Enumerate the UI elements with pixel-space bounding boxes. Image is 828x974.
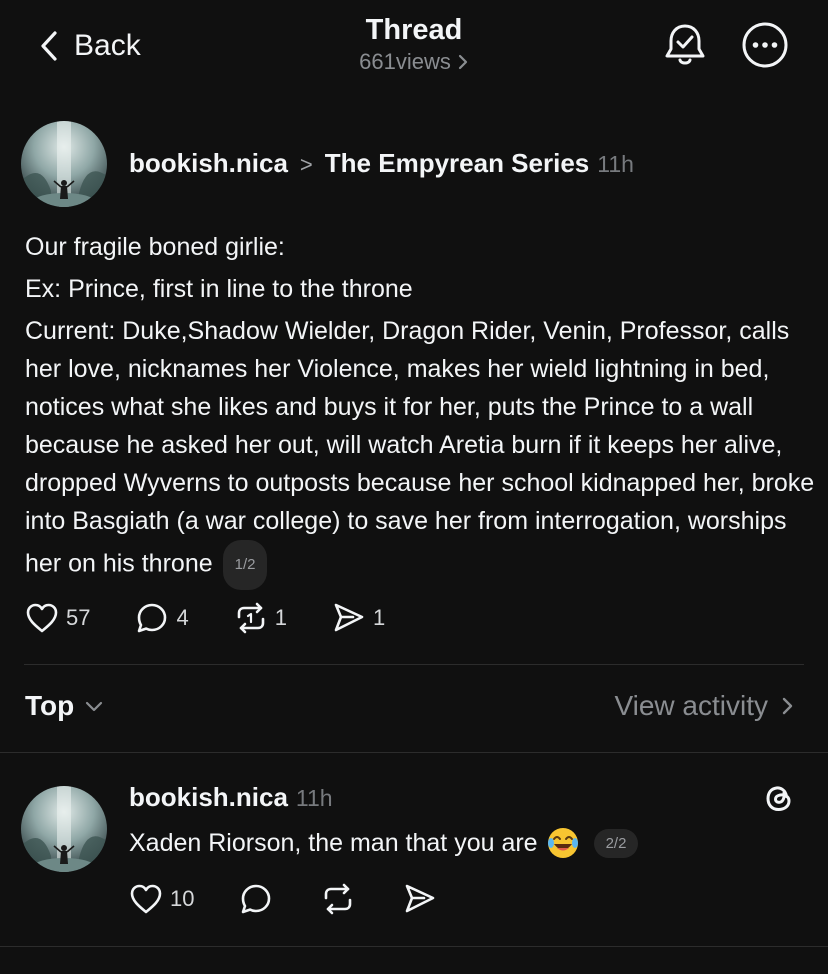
share-button[interactable]: 1	[331, 600, 385, 636]
repost-icon	[237, 602, 265, 634]
post-line-text: Current: Duke,Shadow Wielder, Dragon Rid…	[25, 317, 815, 578]
like-button[interactable]: 57	[24, 600, 90, 636]
reply-username[interactable]: bookish.nica	[129, 782, 288, 813]
reply-author-row: bookish.nica 11h	[129, 782, 333, 813]
thread-pager-badge: 1/2	[222, 540, 268, 590]
threads-logo-icon[interactable]	[762, 780, 796, 816]
post-author-row: bookish.nica > The Empyrean Series 11h	[129, 148, 634, 179]
like-count: 57	[66, 605, 91, 630]
share-count: 1	[372, 605, 386, 630]
post-body: Our fragile boned girlie: Ex: Prince, fi…	[25, 228, 815, 590]
comment-button[interactable]: 4	[134, 600, 189, 636]
repost-button[interactable]: 1	[233, 600, 287, 636]
thread-pager-badge: 2/2	[593, 828, 639, 858]
reply-like-count: 10	[170, 886, 195, 911]
divider	[0, 946, 828, 947]
reply-repost-button[interactable]	[320, 881, 356, 917]
reply-avatar[interactable]	[21, 786, 107, 872]
bell-check-icon[interactable]	[660, 20, 710, 70]
laughing-emoji-icon	[547, 828, 578, 858]
view-activity-link[interactable]: View activity	[614, 690, 794, 722]
heart-icon	[130, 884, 162, 914]
view-activity-label: View activity	[614, 690, 768, 721]
send-icon	[406, 884, 435, 913]
reply-time: 11h	[295, 785, 333, 811]
comment-icon	[242, 884, 271, 914]
more-icon[interactable]	[740, 20, 790, 70]
views-link[interactable]: 661views	[359, 48, 469, 76]
reply-actions: 10	[128, 881, 482, 917]
heart-icon	[26, 603, 58, 633]
post-actions: 57 4 1 1	[24, 600, 429, 636]
post-line: Our fragile boned girlie:	[25, 233, 285, 261]
reply-comment-button[interactable]	[238, 881, 274, 917]
reply-like-button[interactable]: 10	[128, 881, 194, 917]
post-line: Ex: Prince, first in line to the throne	[25, 275, 413, 303]
post-line: Current: Duke,Shadow Wielder, Dragon Rid…	[25, 312, 815, 590]
breadcrumb-separator: >	[299, 152, 313, 177]
comment-icon	[138, 603, 167, 633]
avatar[interactable]	[21, 121, 107, 207]
reply-share-button[interactable]	[402, 881, 438, 917]
sort-label: Top	[25, 690, 75, 721]
comment-count: 4	[176, 605, 189, 630]
chevron-right-icon	[458, 54, 467, 70]
divider	[24, 664, 804, 665]
views-count: 661views	[359, 49, 451, 74]
post-username[interactable]: bookish.nica	[129, 148, 288, 179]
chevron-right-icon	[782, 697, 793, 715]
reply-body: Xaden Riorson, the man that you are 2/2	[129, 826, 639, 860]
repost-count: 1	[274, 605, 287, 630]
topic-link[interactable]: The Empyrean Series	[325, 148, 589, 179]
post-time: 11h	[597, 151, 634, 177]
divider	[0, 752, 828, 753]
reply-text: Xaden Riorson, the man that you are	[129, 828, 538, 857]
repost-icon	[325, 883, 352, 915]
sort-dropdown[interactable]: Top	[25, 690, 104, 722]
send-icon	[334, 603, 364, 632]
chevron-down-icon	[86, 701, 103, 712]
